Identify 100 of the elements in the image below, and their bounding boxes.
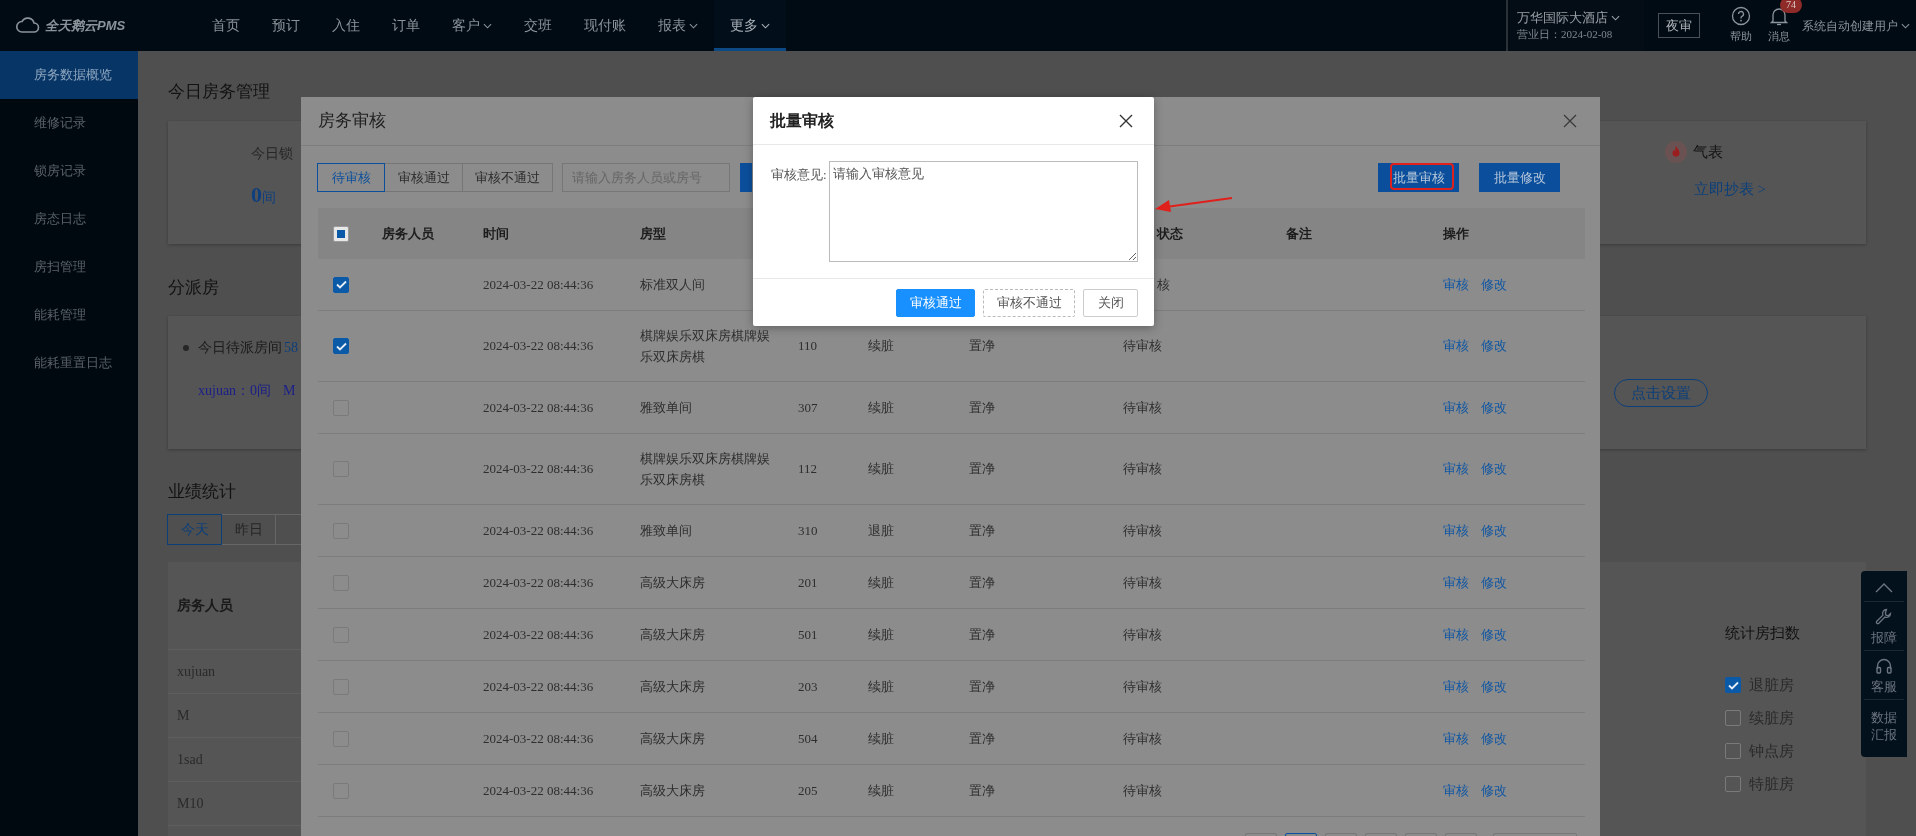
table-cell-text: 待审核 [1123,521,1162,540]
checkbox[interactable] [1725,743,1741,759]
filter-tab[interactable]: 待审核 [317,163,385,192]
sidebar-item[interactable]: 能耗重置日志 [0,339,138,387]
table-cell-text: 置净 [969,521,995,540]
action-link[interactable]: 修改 [1481,274,1507,295]
action-link[interactable]: 审核 [1443,459,1469,479]
filter-tab[interactable]: 审核通过 [384,163,463,192]
count-title: 统计房扫数 [1725,624,1800,643]
action-link[interactable]: 审核 [1443,624,1469,645]
action-link[interactable]: 审核 [1443,274,1469,295]
table-cell-text: 续脏 [868,573,894,592]
action-link[interactable]: 修改 [1481,572,1507,593]
table-cell-text: 310 [798,521,818,540]
column-header: 房型 [640,224,666,243]
table-cell-text: 续脏 [868,398,894,417]
report-fault-button[interactable]: 报障 [1864,601,1904,650]
table-cell-text: 高级大床房 [640,574,705,592]
dialog-button[interactable]: 审核通过 [896,289,975,317]
table-cell-text: 2024-03-22 08:44:36 [483,573,594,592]
action-link[interactable]: 审核 [1443,728,1469,749]
dialog-title: 房务审核 [318,110,386,133]
table-cell-text: 置净 [969,573,995,592]
nav-item[interactable]: 预订 [256,0,316,51]
nav-item[interactable]: 现付账 [568,0,642,51]
action-link[interactable]: 修改 [1481,676,1507,697]
hotel-selector[interactable]: 万华国际大酒店 [1517,9,1644,27]
table-cell-text: 2024-03-22 08:44:36 [483,677,594,696]
table-cell-text: 2024-03-22 08:44:36 [483,521,594,540]
table-cell-text: 待审核 [1123,398,1162,417]
sidebar-item[interactable]: 房务数据概览 [0,51,138,99]
action-link[interactable]: 修改 [1481,780,1507,801]
checkbox[interactable] [1725,710,1741,726]
action-link[interactable]: 修改 [1481,728,1507,749]
action-link[interactable]: 修改 [1481,459,1507,479]
field-label: 审核意见: [771,166,828,184]
table-cell-text: 2024-03-22 08:44:36 [483,729,594,748]
table-cell-text: 2024-03-22 08:44:36 [483,781,594,800]
section-title: 分派房 [168,277,219,299]
data-report-button[interactable]: 数据汇报 [1864,699,1904,747]
checkbox[interactable] [333,276,349,293]
night-audit-button[interactable]: 夜审 [1658,13,1700,38]
table-cell-text: 续脏 [868,460,894,479]
nav-item[interactable]: 交班 [508,0,568,51]
nav-item[interactable]: 客户 [436,0,508,51]
table-cell-text: 待审核 [1123,677,1162,696]
checkbox[interactable] [333,225,349,242]
action-link[interactable]: 审核 [1443,572,1469,593]
table-cell-text: 2024-03-22 08:44:36 [483,337,594,356]
sidebar-item[interactable]: 房扫管理 [0,243,138,291]
assignee-count: M [283,382,296,400]
table-cell-text: 续脏 [868,337,894,356]
table-cell-text: 待审核 [1123,625,1162,644]
table-cell-text: 205 [798,781,818,800]
table-cell-text: 307 [798,398,818,417]
nav-item[interactable]: 首页 [196,0,256,51]
close-icon[interactable] [1119,113,1133,128]
nav-item[interactable]: 更多 [714,0,786,51]
cloud-logo-icon [15,17,41,34]
nav-item[interactable]: 报表 [642,0,714,51]
filter-tab[interactable]: 审核不通过 [462,163,553,192]
sidebar-item[interactable]: 能耗管理 [0,291,138,339]
sidebar-item[interactable]: 锁房记录 [0,147,138,195]
sidebar-item[interactable]: 维修记录 [0,99,138,147]
nav-item[interactable]: 入住 [316,0,376,51]
table-cell-text: 待审核 [1123,460,1162,479]
headset-icon [1875,657,1893,675]
table-cell-text: 待审核 [1123,729,1162,748]
action-link[interactable]: 审核 [1443,780,1469,801]
sidebar-item[interactable]: 房态日志 [0,195,138,243]
user-menu[interactable]: 系统自动创建用户 [1802,0,1916,51]
action-link[interactable]: 审核 [1443,520,1469,541]
action-link[interactable]: 审核 [1443,336,1469,356]
dialog-button[interactable]: 关闭 [1083,289,1138,317]
table-cell-text: 置净 [969,677,995,696]
customer-service-button[interactable]: 客服 [1864,650,1904,699]
highlight-frame [1390,163,1454,190]
action-link[interactable]: 审核 [1443,676,1469,697]
table-cell-text: 核 [1156,275,1170,294]
action-link[interactable]: 修改 [1481,397,1507,418]
dialog-button[interactable]: 审核不通过 [983,289,1075,317]
table-cell-text: 501 [798,625,818,644]
action-link[interactable]: 审核 [1443,397,1469,418]
table-cell-text: 置净 [969,781,995,800]
help-button[interactable]: 帮助 [1730,0,1752,51]
table-cell-text: 2024-03-22 08:44:36 [483,275,594,294]
action-link[interactable]: 修改 [1481,624,1507,645]
batch-button[interactable]: 批量修改 [1479,163,1560,192]
checkbox[interactable] [333,338,349,354]
comment-field[interactable]: 请输入审核意见 [829,161,1138,262]
nav-item[interactable]: 订单 [376,0,436,51]
action-link[interactable]: 修改 [1481,520,1507,541]
table-cell-text: 2024-03-22 08:44:36 [483,625,594,644]
action-link[interactable]: 修改 [1481,336,1507,356]
pending-count: 58 [284,339,298,357]
table-cell-text: 续脏 [868,729,894,748]
search-button[interactable] [740,163,752,192]
column-header: 状态 [1155,224,1183,243]
checkbox[interactable] [1725,677,1741,693]
checkbox[interactable] [1725,776,1741,792]
